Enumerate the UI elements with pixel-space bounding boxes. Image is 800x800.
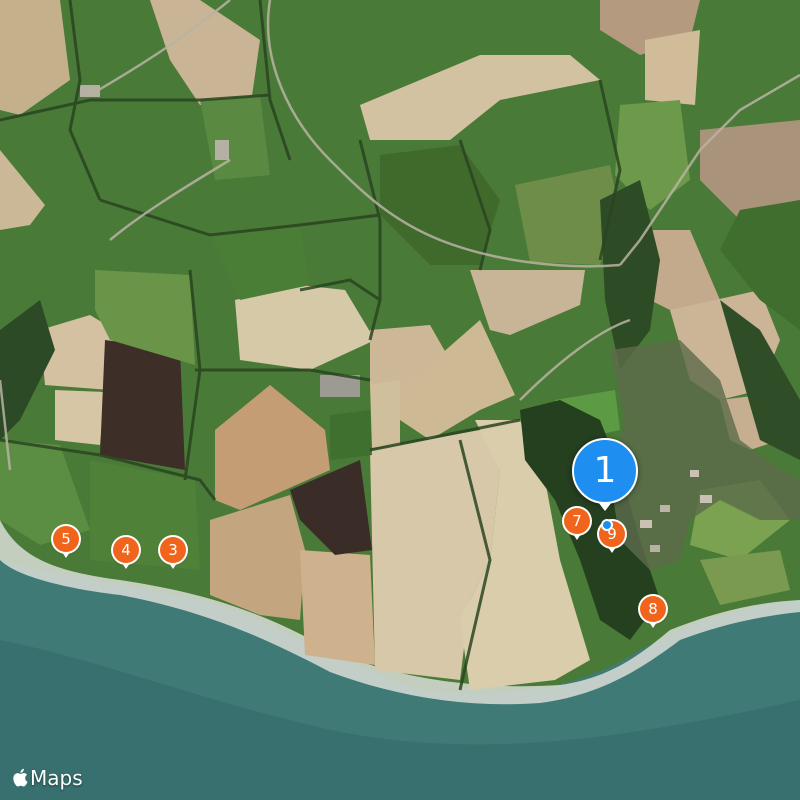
field-tan bbox=[370, 380, 400, 448]
marker-label: 5 bbox=[53, 526, 79, 552]
field-brown bbox=[100, 340, 185, 470]
field-green bbox=[330, 410, 372, 460]
map-marker-7[interactable]: 7 bbox=[564, 508, 590, 540]
marker-pointer bbox=[62, 552, 70, 558]
marker-label: 8 bbox=[640, 596, 666, 622]
marker-pointer bbox=[122, 563, 130, 569]
field-tan bbox=[55, 390, 105, 445]
field-tan bbox=[645, 30, 700, 105]
map-marker-3[interactable]: 3 bbox=[160, 537, 186, 569]
field-tan bbox=[300, 550, 375, 665]
maps-wordmark: Maps bbox=[30, 766, 83, 790]
satellite-imagery bbox=[0, 0, 800, 800]
maps-attribution[interactable]: Maps bbox=[12, 766, 83, 792]
map-marker-8[interactable]: 8 bbox=[640, 596, 666, 628]
marker-pointer bbox=[573, 534, 581, 540]
marker-label: 3 bbox=[160, 537, 186, 563]
marker-pointer bbox=[608, 547, 616, 553]
apple-logo-icon bbox=[12, 768, 28, 792]
location-dot bbox=[601, 519, 613, 531]
marker-pointer bbox=[169, 563, 177, 569]
map-marker-5[interactable]: 5 bbox=[53, 526, 79, 558]
map-marker-4[interactable]: 4 bbox=[113, 537, 139, 569]
marker-pointer bbox=[649, 622, 657, 628]
selected-marker-label: 1 bbox=[572, 438, 638, 504]
marker-label: 7 bbox=[564, 508, 590, 534]
selected-marker-pointer bbox=[598, 502, 612, 511]
marker-label: 4 bbox=[113, 537, 139, 563]
selected-map-marker-1[interactable]: 1 bbox=[572, 438, 638, 511]
map-view[interactable]: 5 4 3 7 9 8 1 Maps bbox=[0, 0, 800, 800]
